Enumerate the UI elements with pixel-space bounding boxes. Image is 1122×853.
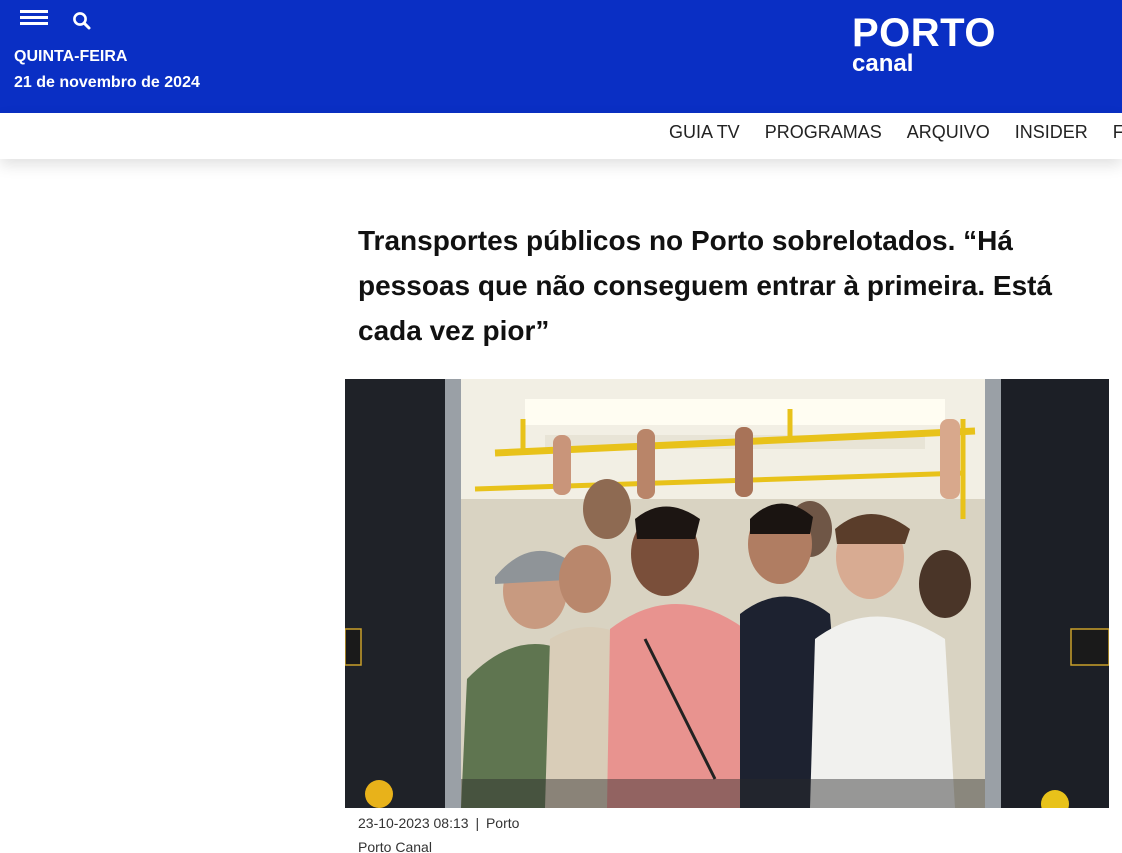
porto-canal-logo[interactable]: PORTO canal [852, 12, 996, 76]
logo-main-text: PORTO [852, 11, 997, 55]
top-header: QUINTA-FEIRA 21 de novembro de 2024 PORT… [0, 0, 1122, 113]
current-weekday: QUINTA-FEIRA [14, 48, 128, 65]
article-title: Transportes públicos no Porto sobrelotad… [358, 225, 1053, 346]
article-location-link[interactable]: Porto [486, 815, 519, 831]
nav-item-fc-porto[interactable]: FC P [1113, 122, 1122, 143]
search-icon[interactable] [72, 11, 92, 31]
current-date: 21 de novembro de 2024 [14, 74, 200, 91]
article-author: Porto Canal [358, 839, 432, 853]
nav-item-guia-tv[interactable]: GUIA TV [669, 122, 740, 143]
article-photo [345, 379, 1109, 808]
nav-item-programas[interactable]: PROGRAMAS [765, 122, 882, 143]
article-datetime: 23-10-2023 08:13 [358, 815, 469, 831]
meta-separator: | [475, 815, 480, 831]
main-navigation: GUIA TV PROGRAMAS ARQUIVO INSIDER FC P [0, 113, 1122, 159]
logo-sub-text: canal [852, 50, 914, 77]
nav-items: GUIA TV PROGRAMAS ARQUIVO INSIDER FC P [669, 122, 1122, 143]
nav-item-insider[interactable]: INSIDER [1015, 122, 1088, 143]
article-meta: 23-10-2023 08:13 | Porto [358, 815, 519, 831]
nav-item-arquivo[interactable]: ARQUIVO [907, 122, 990, 143]
hamburger-menu-icon[interactable] [20, 10, 48, 26]
